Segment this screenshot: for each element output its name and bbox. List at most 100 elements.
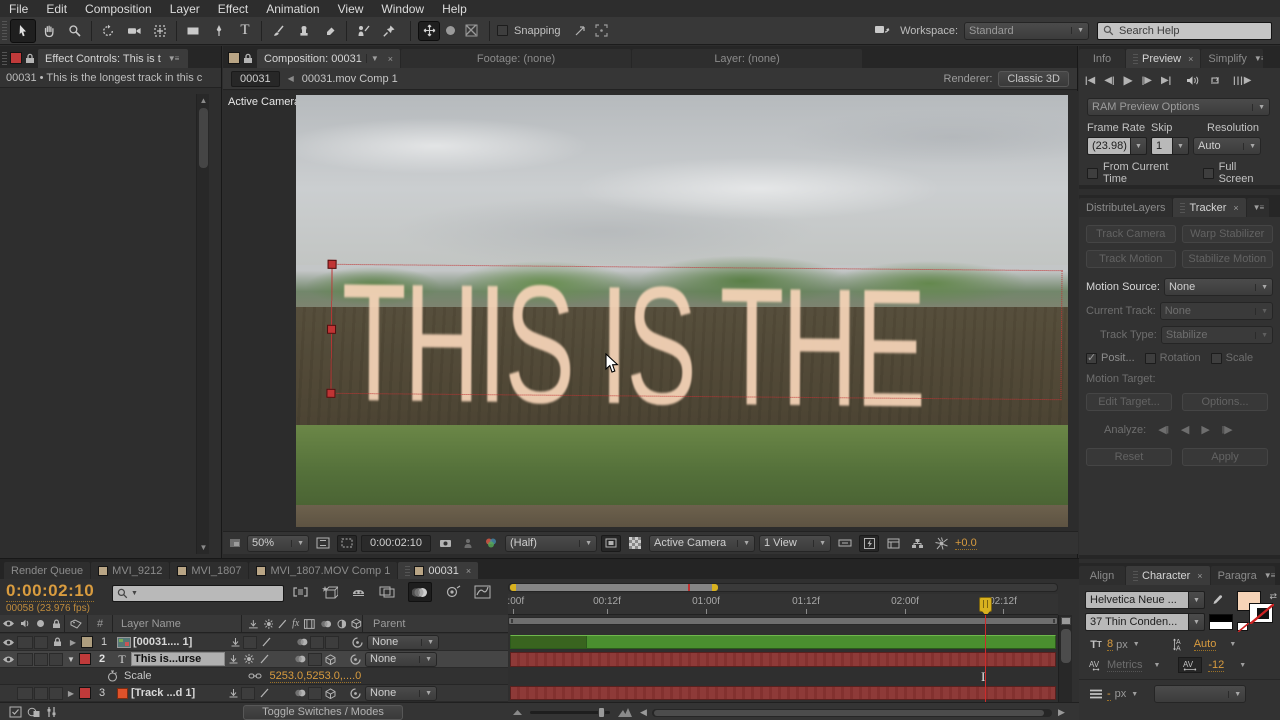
expand-arrow-icon[interactable]: ▶	[63, 689, 79, 698]
scale-property-label[interactable]: Scale	[124, 670, 152, 682]
font-family-combo[interactable]: Helvetica Neue ... ▼	[1085, 591, 1205, 609]
expand-arrow-icon[interactable]: ▶	[65, 638, 81, 647]
tab-distribute-layers[interactable]: DistributeLayers	[1079, 198, 1173, 217]
menu-composition[interactable]: Composition	[76, 2, 161, 16]
position-switch-icon[interactable]	[225, 688, 241, 698]
cube-3d-switch-icon[interactable]	[323, 687, 338, 699]
snap-feature-icon[interactable]	[591, 24, 613, 37]
layer-bar-2[interactable]	[510, 652, 1056, 667]
exposure-value[interactable]: +0.0	[955, 537, 977, 550]
audio-cell[interactable]	[17, 635, 33, 649]
auto-keyframe-icon[interactable]	[445, 585, 461, 599]
tracker-panel-menu[interactable]: ▼≡	[1246, 198, 1270, 217]
layer-bar-3[interactable]	[510, 686, 1056, 700]
layer-name[interactable]: This is...urse	[131, 652, 225, 666]
stabilize-motion-button[interactable]: Stabilize Motion	[1181, 250, 1273, 268]
tab-align[interactable]: Align	[1079, 566, 1125, 585]
chevron-down-icon[interactable]: ▼	[1130, 641, 1142, 648]
layer-row-3[interactable]: ▶ 3 [Track ...d 1] None ▼	[0, 685, 508, 702]
expand-in-out-icon[interactable]	[6, 706, 24, 718]
scroll-up-icon[interactable]: ▲	[197, 94, 210, 107]
chevron-down-icon[interactable]: ▼	[131, 590, 138, 597]
selection-handle[interactable]	[327, 259, 337, 269]
previous-frame-button[interactable]: ◀ |	[1104, 75, 1114, 86]
eye-icon[interactable]	[0, 655, 17, 664]
font-style-combo[interactable]: 37 Thin Conden... ▼	[1085, 613, 1205, 631]
transparency-grid-icon[interactable]	[625, 537, 645, 549]
layer-bar-1[interactable]	[510, 635, 1056, 649]
tab-render-queue[interactable]: Render Queue	[4, 562, 91, 579]
collapse-switch-icon[interactable]	[241, 654, 256, 664]
graph-editor-icon[interactable]	[474, 585, 491, 599]
work-area-bar[interactable]	[508, 617, 1058, 625]
position-checkbox[interactable]	[1086, 351, 1097, 364]
collapse-arrow-icon[interactable]: ▼	[63, 655, 79, 664]
playhead[interactable]	[979, 597, 992, 614]
col-parent[interactable]: Parent	[363, 618, 405, 630]
rotation-tool[interactable]	[95, 19, 121, 43]
navigator-view-bar[interactable]	[510, 584, 718, 591]
last-frame-button[interactable]: ▶ |	[1161, 75, 1171, 86]
time-ruler[interactable]: 0:00f 00:12f 01:00f 01:12f 02:00f 02:12f	[508, 594, 1058, 615]
navigator-handle[interactable]	[712, 584, 718, 591]
pixel-aspect-icon[interactable]	[835, 538, 855, 548]
region-of-interest-icon[interactable]	[337, 534, 357, 552]
layer-row-1[interactable]: ▶ 1 [00031.... 1] None ▼	[0, 634, 508, 651]
tab-character[interactable]: Character ×	[1126, 566, 1210, 585]
timeline-navigator[interactable]	[508, 583, 1058, 592]
menu-edit[interactable]: Edit	[37, 2, 76, 16]
resolution-combo[interactable]: Auto ▼	[1193, 137, 1261, 155]
panel-grip[interactable]	[2, 52, 7, 66]
stroke-color-swatch[interactable]	[1249, 603, 1274, 624]
parent-dropdown[interactable]: None ▼	[367, 634, 439, 650]
audio-cell[interactable]	[17, 686, 33, 700]
renderer-button[interactable]: Classic 3D	[998, 70, 1069, 87]
tab-mvi-1807-comp[interactable]: MVI_1807.MOV Comp 1	[249, 562, 398, 579]
ram-preview-button[interactable]: ||| ▶	[1233, 75, 1251, 86]
pen-tool[interactable]	[206, 19, 232, 43]
cube-3d-switch-icon[interactable]	[323, 653, 338, 665]
apply-button[interactable]: Apply	[1182, 448, 1268, 466]
snap-angle-icon[interactable]	[571, 24, 591, 37]
options-button[interactable]: Options...	[1182, 393, 1268, 411]
chevron-down-icon[interactable]: ▼	[1150, 662, 1162, 669]
analyze-backward-button[interactable]: ◀	[1181, 423, 1189, 436]
track-type-dropdown[interactable]: Stabilize ▼	[1160, 326, 1273, 344]
ram-preview-options-dropdown[interactable]: RAM Preview Options ▼	[1087, 98, 1270, 116]
scroll-down-icon[interactable]: ▼	[197, 541, 210, 554]
eye-icon[interactable]	[0, 638, 17, 647]
layer-name[interactable]: [Track ...d 1]	[131, 687, 225, 699]
tab-mvi-9212[interactable]: MVI_9212	[91, 562, 170, 579]
analyze-forward-frame-button[interactable]: | ▶	[1222, 423, 1233, 436]
col-layer-name[interactable]: Layer Name	[113, 618, 241, 630]
zoom-in-mountain-icon[interactable]	[617, 707, 633, 718]
expand-render-time-icon[interactable]	[24, 706, 42, 718]
tab-layer[interactable]: Layer: (none)	[632, 49, 863, 68]
parent-dropdown[interactable]: None ▼	[365, 651, 437, 667]
navigator-handle[interactable]	[510, 584, 516, 591]
safe-margins-icon[interactable]	[313, 537, 333, 549]
layer-name[interactable]: [00031.... 1]	[133, 636, 227, 648]
chevron-down-icon[interactable]: ▼	[1189, 591, 1205, 609]
shy-layers-icon[interactable]	[351, 585, 366, 599]
lock-cell[interactable]	[49, 652, 63, 666]
timeline-hscrollbar[interactable]	[652, 709, 1052, 717]
menu-animation[interactable]: Animation	[257, 2, 328, 16]
resolution-dropdown[interactable]: (Half) ▼	[505, 534, 597, 552]
chevron-down-icon[interactable]: ▼	[1189, 613, 1205, 631]
quality-switch-icon[interactable]	[258, 637, 274, 647]
view-layout-dropdown[interactable]: 1 View ▼	[759, 534, 831, 552]
motion-blur-icon[interactable]	[408, 582, 432, 602]
pick-whip-icon[interactable]	[345, 653, 365, 665]
swap-colors-icon[interactable]: ⇄	[1269, 591, 1277, 602]
selection-tool[interactable]	[10, 18, 36, 43]
close-icon[interactable]: ×	[1197, 571, 1202, 581]
frame-blending-icon[interactable]	[379, 585, 395, 599]
current-track-dropdown[interactable]: None ▼	[1159, 302, 1273, 320]
exposure-icon[interactable]	[931, 536, 951, 550]
tab-footage[interactable]: Footage: (none)	[401, 49, 632, 68]
menu-view[interactable]: View	[329, 2, 373, 16]
chevron-down-icon[interactable]: ▼	[1236, 662, 1248, 669]
scale-value[interactable]: 5253.0,5253.0,....0	[269, 670, 362, 683]
no-stroke-mini-swatch[interactable]	[1237, 622, 1249, 632]
